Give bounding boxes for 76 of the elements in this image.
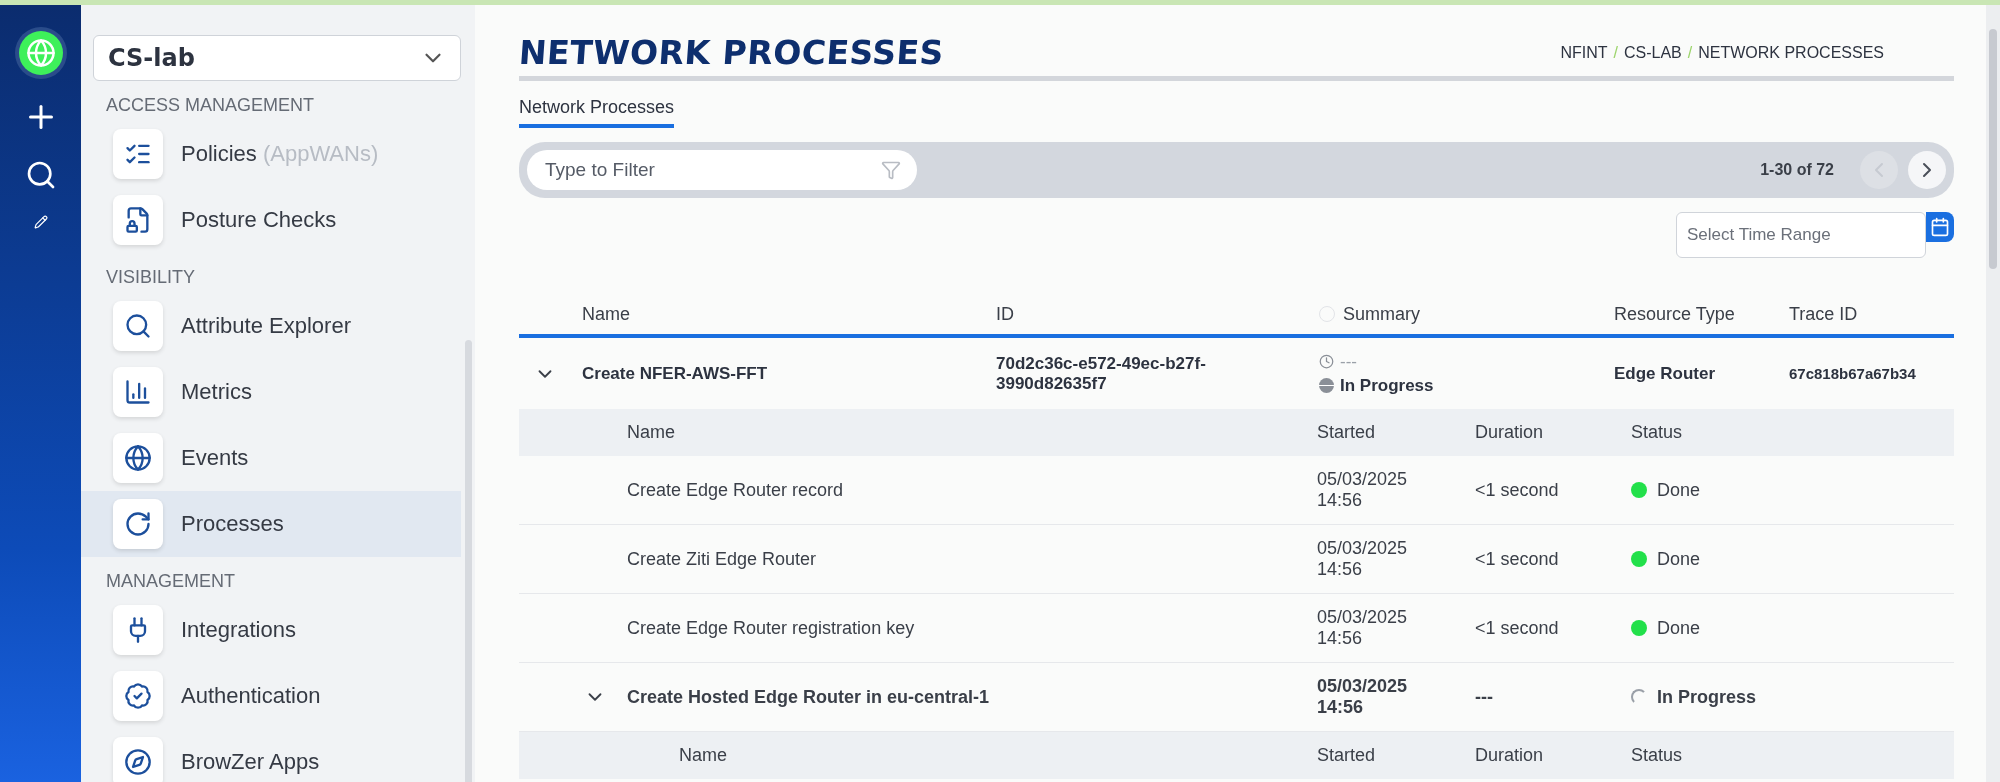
calendar-button[interactable] [1926,212,1954,242]
pencil-icon[interactable] [33,215,48,229]
status-label: Done [1657,548,1701,570]
started-time: 05/03/2025 14:56 [1317,469,1409,511]
sidebar-item[interactable]: Processes [81,491,461,557]
section-title: ACCESS MANAGEMENT [105,94,316,117]
time-range-field[interactable]: Select Time Range [1676,212,1926,258]
started-time: 05/03/2025 14:56 [1317,538,1409,580]
section-title: VISIBILITY [105,266,197,289]
column-header: Status [1631,745,1684,766]
breadcrumb-separator: / [1687,44,1693,62]
duration: --- [1475,686,1494,708]
sidebar-item[interactable]: BrowZer Apps [81,729,461,782]
status-label: In Progress [1657,686,1757,708]
scrollbar[interactable] [1986,5,2000,782]
status-label: Done [1657,617,1701,639]
item-icon [113,367,163,417]
column-header: Name [627,422,676,443]
breadcrumb-link[interactable]: NFINT [1560,44,1608,62]
status-label: Done [1657,479,1701,501]
sidebar-item[interactable]: Metrics [81,359,461,425]
item-icon [113,605,163,655]
column-header: Duration [1475,745,1545,766]
process-id: 70d2c36c-e572-49ec-b27f-3990d82635f7 [996,353,1207,394]
duration: <1 second [1475,617,1560,639]
step-name: Create Ziti Edge Router [627,548,818,570]
tab[interactable]: Network Processes [519,97,675,128]
column-header: Resource Type [1614,303,1736,325]
item-icon [113,433,163,483]
breadcrumb-link[interactable]: NETWORK PROCESSES [1698,44,1884,62]
started-time: 05/03/2025 14:56 [1317,607,1409,649]
filter-icon [881,160,901,180]
progress-icon [1319,378,1334,393]
globe-logo[interactable] [18,31,63,75]
filter-field[interactable]: Type to Filter [527,150,917,190]
started-time: 05/03/2025 14:56 [1317,676,1409,718]
sidebar-item[interactable]: Policies (AppWANs) [81,121,461,187]
breadcrumb-link[interactable]: CS-LAB [1623,44,1682,62]
network-select[interactable]: CS-lab [93,35,461,81]
item-icon [113,671,163,721]
clock-icon [1319,354,1334,369]
scrollbar[interactable] [465,340,472,782]
column-header: Name [582,303,631,325]
sidebar-item[interactable]: Events [81,425,461,491]
duration: <1 second [1475,548,1560,570]
step-name: Create Edge Router registration key [627,617,916,639]
column-header: Started [1317,745,1377,766]
process-name: Create NFER-AWS-FFT [582,363,769,384]
sidebar-item[interactable]: Posture Checks [81,187,461,253]
column-header: Started [1317,422,1377,443]
sidebar-item[interactable]: Integrations [81,597,461,663]
step-name: Create Edge Router record [627,479,845,501]
column-header: ID [996,303,1015,325]
pagination-label: 1-30 of 72 [1760,161,1834,179]
summary-status: In Progress [1340,375,1434,396]
item-icon [113,129,163,179]
column-header: Summary [1319,303,1614,325]
item-icon [113,499,163,549]
breadcrumb-separator: / [1613,44,1618,62]
sidebar-item[interactable]: Authentication [81,663,461,729]
column-header: Duration [1475,422,1545,443]
item-icon [113,195,163,245]
section-title: MANAGEMENT [105,570,236,593]
duration: <1 second [1475,479,1560,501]
column-header: Name [679,745,728,766]
item-icon [113,301,163,351]
sidebar-item[interactable]: Attribute Explorer [81,293,461,359]
column-header: Trace ID [1789,303,1859,325]
step-name: Create Hosted Edge Router in eu-central-1 [627,686,991,708]
next-page-button[interactable] [1908,151,1946,189]
column-header: Status [1631,422,1684,443]
summary-time: --- [1340,351,1357,372]
trace-id: 67c818b67a67b34 [1789,365,1917,382]
page-title: NETWORK PROCESSES [517,33,946,72]
item-icon [113,737,163,782]
resource-type: Edge Router [1614,363,1717,384]
